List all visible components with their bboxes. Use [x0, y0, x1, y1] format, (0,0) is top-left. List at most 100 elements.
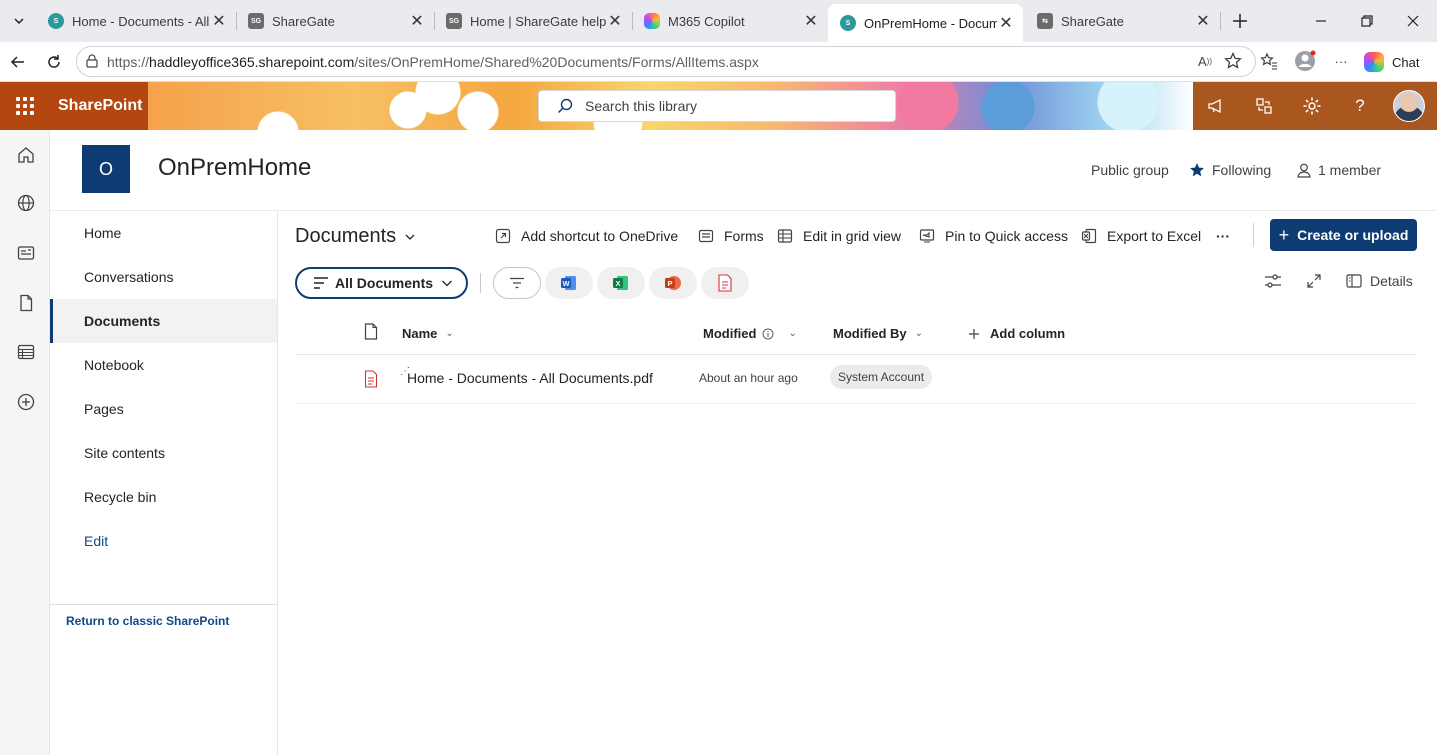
site-logo[interactable]: O [82, 145, 130, 193]
megaphone-icon[interactable] [1204, 94, 1228, 118]
file-name-link[interactable]: Home - Documents - All Documents.pdf [407, 370, 653, 386]
tab-divider [1220, 12, 1221, 30]
browser-tab[interactable]: S Home - Documents - All D ✕ [36, 4, 236, 38]
app-launcher-icon[interactable] [14, 95, 36, 117]
nav-edit-link[interactable]: Edit [50, 519, 277, 563]
nav-item-recycle-bin[interactable]: Recycle bin [50, 475, 277, 519]
close-tab-icon[interactable]: ✕ [408, 11, 426, 31]
favorites-icon[interactable] [1258, 50, 1280, 72]
more-commands-button[interactable]: ··· [1216, 226, 1230, 246]
chevron-down-icon [14, 18, 24, 25]
copilot-chat-button[interactable]: Chat [1364, 48, 1430, 76]
nav-item-site-contents[interactable]: Site contents [50, 431, 277, 475]
home-icon[interactable] [15, 144, 37, 166]
close-tab-icon[interactable]: ✕ [1194, 11, 1212, 31]
file-icon[interactable] [15, 292, 37, 314]
modified-by-persona[interactable]: System Account [830, 365, 933, 389]
app-switch-icon[interactable] [1252, 94, 1276, 118]
forms-button[interactable]: Forms [698, 226, 764, 246]
excel-filter-pill[interactable]: X [597, 267, 645, 299]
modified-by-column-header[interactable]: Modified By ⌄ [833, 326, 923, 341]
powerpoint-filter-pill[interactable]: P [649, 267, 697, 299]
edit-grid-view-label: Edit in grid view [803, 228, 902, 244]
add-shortcut-button[interactable]: Add shortcut to OneDrive [495, 226, 678, 246]
sharepoint-brand-link[interactable]: SharePoint [58, 97, 142, 115]
browser-tab[interactable]: M365 Copilot ✕ [632, 4, 828, 38]
more-options-icon[interactable]: ··· [1330, 50, 1352, 72]
list-icon[interactable] [15, 341, 37, 363]
tab-title: Home - Documents - All D [72, 13, 210, 29]
globe-icon[interactable] [15, 192, 37, 214]
command-divider [1253, 223, 1254, 247]
search-box[interactable]: Search this library [538, 90, 896, 122]
svg-text:X: X [615, 279, 620, 288]
following-button[interactable]: Following [1189, 162, 1271, 178]
favorite-star-icon[interactable] [1222, 50, 1244, 72]
close-tab-icon[interactable]: ✕ [997, 13, 1015, 33]
pdf-filter-pill[interactable] [701, 267, 749, 299]
nav-item-pages[interactable]: Pages [50, 387, 277, 431]
tab-title: ShareGate [1061, 13, 1124, 29]
file-type-icon [364, 323, 378, 340]
search-placeholder: Search this library [585, 98, 698, 114]
add-column-button[interactable]: Add column [968, 326, 1065, 341]
forms-icon [698, 228, 714, 244]
back-button[interactable] [4, 49, 32, 75]
edit-grid-view-button[interactable]: Edit in grid view [777, 226, 901, 246]
restore-window-button[interactable] [1352, 8, 1382, 34]
close-tab-icon[interactable]: ✕ [606, 11, 624, 31]
browser-address-bar: https://haddleyoffice365.sharepoint.com /… [0, 42, 1437, 82]
filter-button[interactable] [493, 267, 541, 299]
table-row[interactable]: ⋰ Home - Documents - All Documents.pdf A… [295, 356, 1417, 404]
nav-item-home[interactable]: Home [50, 211, 277, 255]
user-avatar[interactable] [1393, 90, 1425, 122]
new-tab-button[interactable] [1228, 9, 1252, 33]
refresh-button[interactable] [40, 49, 68, 75]
details-label: Details [1370, 273, 1413, 289]
read-aloud-icon[interactable]: A)) [1194, 50, 1216, 72]
view-selector[interactable]: All Documents [295, 267, 468, 299]
add-circle-icon[interactable] [15, 391, 37, 413]
tab-title: M365 Copilot [668, 13, 745, 29]
excel-export-icon [1081, 228, 1097, 244]
name-column-header[interactable]: Name ⌄ [402, 326, 454, 341]
sharegate-icon: SG [446, 13, 462, 29]
sharepoint-app-bar [0, 130, 50, 755]
tab-actions-menu-button[interactable] [6, 8, 32, 34]
return-to-classic-link[interactable]: Return to classic SharePoint [66, 614, 229, 628]
plus-icon [969, 328, 979, 339]
nav-item-documents[interactable]: Documents [50, 299, 277, 343]
browser-tab[interactable]: SG Home | ShareGate help ✕ [434, 4, 632, 38]
person-icon [1297, 163, 1311, 178]
pin-quick-access-button[interactable]: Pin to Quick access [919, 226, 1068, 246]
customize-columns-button[interactable] [1264, 273, 1282, 289]
browser-tab-active[interactable]: S OnPremHome - Documen ✕ [828, 4, 1023, 42]
nav-item-notebook[interactable]: Notebook [50, 343, 277, 387]
tab-title: OnPremHome - Documen [864, 15, 997, 31]
fullscreen-button[interactable] [1306, 273, 1322, 289]
library-title-button[interactable]: Documents [295, 225, 416, 248]
profile-icon[interactable] [1294, 50, 1316, 72]
help-icon[interactable]: ? [1348, 94, 1372, 118]
modified-column-header[interactable]: Modified ⌄ [703, 326, 797, 341]
news-icon[interactable] [15, 242, 37, 264]
browser-tab[interactable]: SG ShareGate ✕ [236, 4, 434, 38]
following-label: Following [1212, 162, 1272, 178]
nav-item-conversations[interactable]: Conversations [50, 255, 277, 299]
sliders-icon [1265, 274, 1281, 288]
close-tab-icon[interactable]: ✕ [802, 11, 820, 31]
nav-divider [50, 604, 277, 605]
browser-tab[interactable]: ⇆ ShareGate ✕ [1025, 4, 1220, 38]
members-button[interactable]: 1 member [1297, 162, 1381, 178]
site-title[interactable]: OnPremHome [158, 154, 311, 182]
settings-gear-icon[interactable] [1300, 94, 1324, 118]
export-excel-button[interactable]: Export to Excel [1081, 226, 1201, 246]
close-tab-icon[interactable]: ✕ [210, 11, 228, 31]
word-filter-pill[interactable]: W [545, 267, 593, 299]
minimize-window-button[interactable] [1306, 8, 1336, 34]
file-type-column-header[interactable] [364, 323, 378, 340]
close-window-button[interactable] [1398, 8, 1428, 34]
url-field[interactable]: https://haddleyoffice365.sharepoint.com /… [76, 46, 1256, 77]
details-pane-button[interactable]: Details [1346, 273, 1413, 289]
create-or-upload-button[interactable]: + Create or upload [1270, 219, 1417, 251]
